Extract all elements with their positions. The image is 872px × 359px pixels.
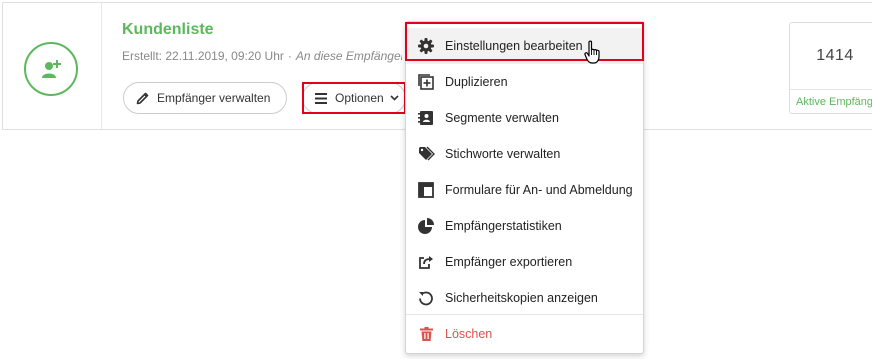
tags-icon [417,145,435,163]
menu-item-label: Stichworte verwalten [445,147,561,161]
list-title[interactable]: Kundenliste [122,21,214,39]
segments-icon [417,109,435,127]
form-icon [417,181,435,199]
chevron-down-icon [390,95,399,101]
menu-item-forms[interactable]: Formulare für An- und Abmeldung [406,172,643,208]
list-note: An diese Empfängerliste [295,49,402,63]
hand-pointer-cursor-icon [584,40,600,64]
manage-recipients-label: Empfänger verwalten [157,91,271,105]
pie-chart-icon [417,217,435,235]
history-icon [417,289,435,307]
menu-item-label: Sicherheitskopien anzeigen [445,291,598,305]
created-date: Erstellt: 22.11.2019, 09:20 Uhr [122,49,284,63]
menu-item-delete[interactable]: Löschen [406,316,643,352]
menu-item-label: Einstellungen bearbeiten [445,39,583,53]
menu-item-export[interactable]: Empfänger exportieren [406,244,643,280]
pencil-icon [136,92,149,105]
menu-item-label: Formulare für An- und Abmeldung [445,183,633,197]
menu-item-label: Segmente verwalten [445,111,559,125]
menu-item-manage-tags[interactable]: Stichworte verwalten [406,136,643,172]
menu-item-label: Empfänger exportieren [445,255,573,269]
trash-icon [417,325,435,343]
add-user-icon [42,60,61,78]
list-meta: Erstellt: 22.11.2019, 09:20 Uhr · An diese… [122,49,402,63]
options-label: Optionen [335,91,384,105]
gear-icon [417,37,435,55]
active-recipients-stat: 1414 Aktive Empfänger [789,22,872,114]
menu-item-manage-segments[interactable]: Segmente verwalten [406,100,643,136]
menu-item-label: Empfängerstatistiken [445,219,562,233]
options-button[interactable]: Optionen [302,82,406,114]
menu-item-backups[interactable]: Sicherheitskopien anzeigen [406,280,643,316]
menu-item-edit-settings[interactable]: Einstellungen bearbeiten [406,28,643,64]
stat-value: 1414 [816,47,854,64]
add-user-avatar [24,42,78,96]
card-icon-area [3,3,102,129]
meta-separator: · [287,49,292,63]
menu-item-statistics[interactable]: Empfängerstatistiken [406,208,643,244]
menu-item-label: Duplizieren [445,75,508,89]
menu-item-label: Löschen [445,327,493,341]
manage-recipients-button[interactable]: Empfänger verwalten [123,82,287,114]
export-icon [417,253,435,271]
menu-item-duplicate[interactable]: Duplizieren [406,64,643,100]
menu-divider [406,314,643,315]
duplicate-icon [417,73,435,91]
menu-icon [315,92,327,104]
stat-label: Aktive Empfänger [790,89,872,113]
options-dropdown-menu: Einstellungen bearbeiten Duplizieren Seg [405,21,644,354]
